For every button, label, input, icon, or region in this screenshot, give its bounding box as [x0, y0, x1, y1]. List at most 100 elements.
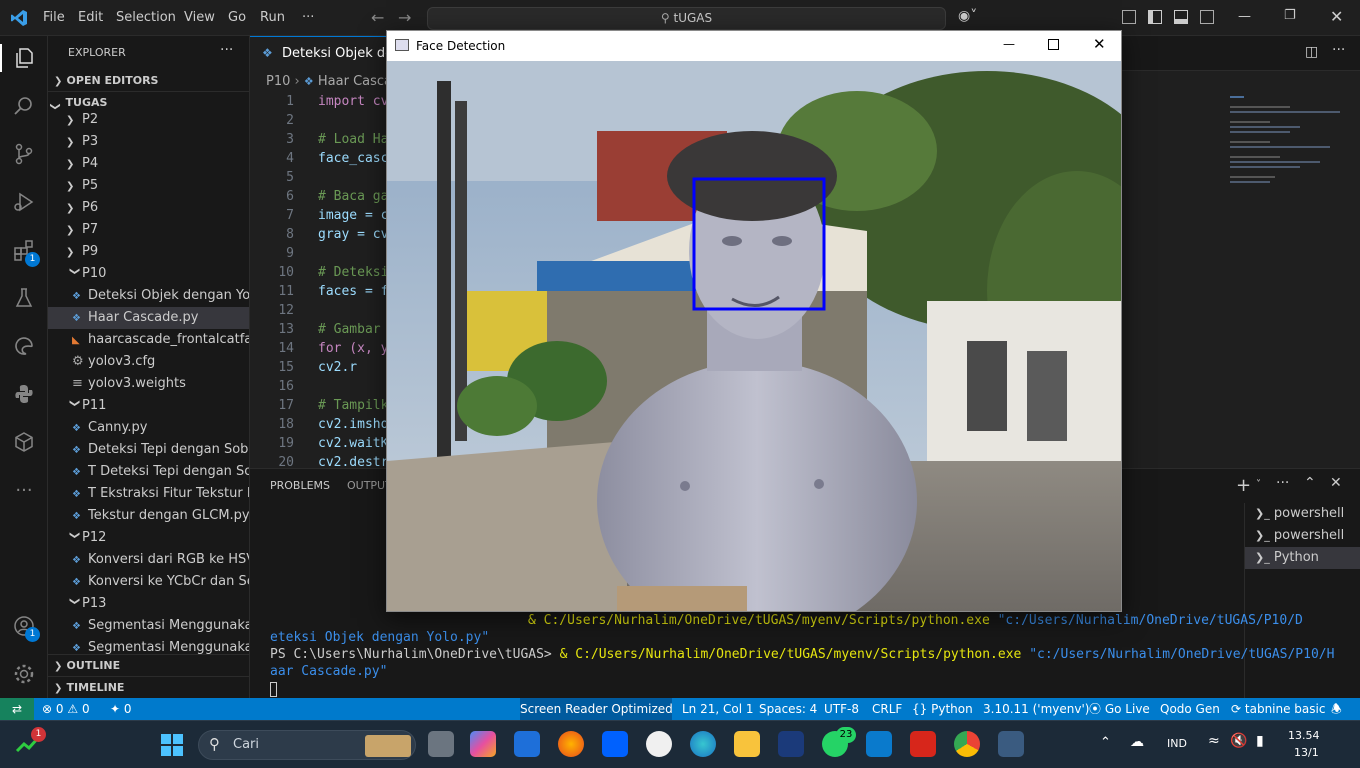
back-arrow-icon[interactable]: ← — [371, 8, 384, 27]
tree-file[interactable]: ❖ Canny.py — [48, 417, 249, 439]
more-views-icon[interactable]: ··· — [10, 476, 38, 504]
python-icon[interactable] — [10, 380, 38, 408]
tree-file[interactable]: ❖ Haar Cascade.py — [48, 307, 249, 329]
copilot-icon[interactable]: ◉˅ — [958, 8, 977, 24]
ports-status[interactable]: ✦ 0 — [110, 698, 132, 720]
terminal-item-active[interactable]: ❯_ Python — [1245, 547, 1360, 569]
run-debug-icon[interactable] — [10, 188, 38, 216]
interpreter-status[interactable]: 3.10.11 ('myenv') — [983, 698, 1089, 720]
editor-more-icon[interactable]: ··· — [1332, 42, 1345, 58]
file-explorer-icon[interactable] — [734, 731, 760, 757]
restore-icon[interactable]: ❐ — [1284, 8, 1296, 23]
tree-file[interactable]: ❖ T Deteksi Tepi dengan So... — [48, 461, 249, 483]
tree-file[interactable]: ⚙ yolov3.cfg — [48, 351, 249, 373]
remote-indicator-icon[interactable]: ⇄ — [0, 698, 34, 720]
dropbox-icon[interactable] — [602, 731, 628, 757]
face-detection-window[interactable]: Face Detection — ✕ — [386, 30, 1122, 612]
tree-folder[interactable]: ❯ P5 — [48, 175, 249, 197]
qodo-status[interactable]: Qodo Gen — [1160, 698, 1220, 720]
search-icon[interactable] — [10, 92, 38, 120]
tab-problems[interactable]: PROBLEMS — [270, 479, 330, 492]
github-desktop-icon[interactable] — [646, 731, 672, 757]
close-panel-icon[interactable]: ✕ — [1330, 475, 1342, 491]
golive-status[interactable]: ⦿ Go Live — [1089, 698, 1150, 720]
taskbar-search-box[interactable]: ⚲ Cari — [198, 730, 416, 760]
volume-muted-icon[interactable]: 🔇 — [1230, 733, 1247, 749]
forward-arrow-icon[interactable]: → — [398, 8, 411, 27]
tree-folder[interactable]: ❯ P12 — [48, 527, 249, 549]
tree-folder[interactable]: ❯ P2 — [48, 109, 249, 131]
minimize-icon[interactable]: — — [1238, 9, 1251, 24]
tree-folder[interactable]: ❯ P3 — [48, 131, 249, 153]
menu-more[interactable]: ··· — [302, 0, 314, 36]
open-editors-section[interactable]: ❯ OPEN EDITORS — [48, 70, 249, 92]
language-indicator[interactable]: IND — [1167, 737, 1187, 750]
battery-icon[interactable]: ▮ — [1256, 733, 1264, 749]
acrobat-icon[interactable] — [910, 731, 936, 757]
manage-gear-icon[interactable] — [10, 660, 38, 688]
timeline-section[interactable]: ❯ TIMELINE — [48, 676, 249, 698]
window-maximize-icon[interactable] — [1048, 39, 1059, 50]
cloud-sync-icon[interactable]: ☁ — [1130, 734, 1144, 750]
tree-folder[interactable]: ❯ P7 — [48, 219, 249, 241]
wifi-icon[interactable]: ≈ — [1208, 733, 1220, 749]
window-title-bar[interactable]: Face Detection — ✕ — [387, 31, 1121, 61]
tree-folder[interactable]: ❯ P6 — [48, 197, 249, 219]
clock-time[interactable]: 13.54 — [1288, 729, 1320, 742]
chevron-down-icon[interactable]: ˅ — [1256, 479, 1261, 490]
indentation-status[interactable]: Spaces: 4 — [759, 698, 817, 720]
window-minimize-icon[interactable]: — — [1003, 37, 1015, 51]
source-control-icon[interactable] — [10, 140, 38, 168]
window-close-icon[interactable]: ✕ — [1093, 35, 1106, 53]
tabnine-status[interactable]: ⟳ tabnine basic — [1231, 698, 1325, 720]
menu-go[interactable]: Go — [228, 0, 246, 36]
tree-folder[interactable]: ❯ P10 — [48, 263, 249, 285]
outline-section[interactable]: ❯ OUTLINE — [48, 654, 249, 676]
explorer-more-icon[interactable]: ··· — [220, 42, 233, 58]
tree-folder[interactable]: ❯ P11 — [48, 395, 249, 417]
terminal-item[interactable]: ❯_ powershell — [1245, 525, 1360, 547]
chevron-up-icon[interactable]: ⌃ — [1100, 735, 1111, 750]
split-editor-icon[interactable]: ◫ — [1305, 44, 1318, 60]
firefox-icon[interactable] — [558, 731, 584, 757]
panel-more-icon[interactable]: ··· — [1276, 475, 1289, 491]
tree-file[interactable]: ❖ Deteksi Objek dengan Yol... — [48, 285, 249, 307]
menu-run[interactable]: Run — [260, 0, 285, 36]
screen-reader-status[interactable]: Screen Reader Optimized — [520, 698, 673, 720]
chrome-icon[interactable] — [954, 731, 980, 757]
menu-file[interactable]: File — [43, 0, 65, 36]
vscode-taskbar-icon[interactable] — [866, 731, 892, 757]
tree-file[interactable]: ❖ Konversi ke YCbCr dan Se... — [48, 571, 249, 593]
visual-studio-icon[interactable] — [778, 731, 804, 757]
toggle-secondary-sidebar-icon[interactable] — [1200, 10, 1214, 24]
copilot-app-icon[interactable] — [470, 731, 496, 757]
tree-folder[interactable]: ❯ P9 — [48, 241, 249, 263]
terminal-output[interactable]: & C:/Users/Nurhalim/OneDrive/tUGAS/myenv… — [270, 613, 1334, 699]
tree-folder[interactable]: ❯ P4 — [48, 153, 249, 175]
breadcrumb-folder[interactable]: P10 — [266, 74, 290, 89]
breadcrumb-file[interactable]: Haar Casca — [318, 74, 392, 89]
tree-file[interactable]: ❖ T Ekstraksi Fitur Tekstur M... — [48, 483, 249, 505]
tree-folder[interactable]: ❯ P13 — [48, 593, 249, 615]
windows-start-icon[interactable] — [160, 733, 184, 757]
eol-status[interactable]: CRLF — [872, 698, 902, 720]
menu-edit[interactable]: Edit — [78, 0, 103, 36]
menu-selection[interactable]: Selection — [116, 0, 176, 36]
task-view-icon[interactable] — [428, 731, 454, 757]
clock-date[interactable]: 13/1 — [1294, 746, 1319, 759]
notifications-bell-icon[interactable]: 🕭 — [1331, 698, 1342, 720]
tree-file[interactable]: ❖ Segmentasi Menggunaka... — [48, 615, 249, 637]
close-icon[interactable]: ✕ — [1330, 7, 1343, 26]
toggle-sidebar-icon[interactable] — [1148, 10, 1162, 24]
minimap[interactable] — [1230, 92, 1350, 183]
tree-file[interactable]: ◣ haarcascade_frontalcatfac... — [48, 329, 249, 351]
problems-status[interactable]: ⊗ 0 ⚠ 0 — [42, 698, 90, 720]
edge-devtools-icon[interactable] — [10, 332, 38, 360]
menu-view[interactable]: View — [184, 0, 215, 36]
command-center-search[interactable]: ⚲ tUGAS — [427, 7, 946, 30]
edge-icon[interactable] — [690, 731, 716, 757]
tree-file[interactable]: ❖ Konversi dari RGB ke HSV.... — [48, 549, 249, 571]
encoding-status[interactable]: UTF-8 — [824, 698, 859, 720]
cursor-position[interactable]: Ln 21, Col 1 — [682, 698, 754, 720]
tree-file[interactable]: ≡ yolov3.weights — [48, 373, 249, 395]
